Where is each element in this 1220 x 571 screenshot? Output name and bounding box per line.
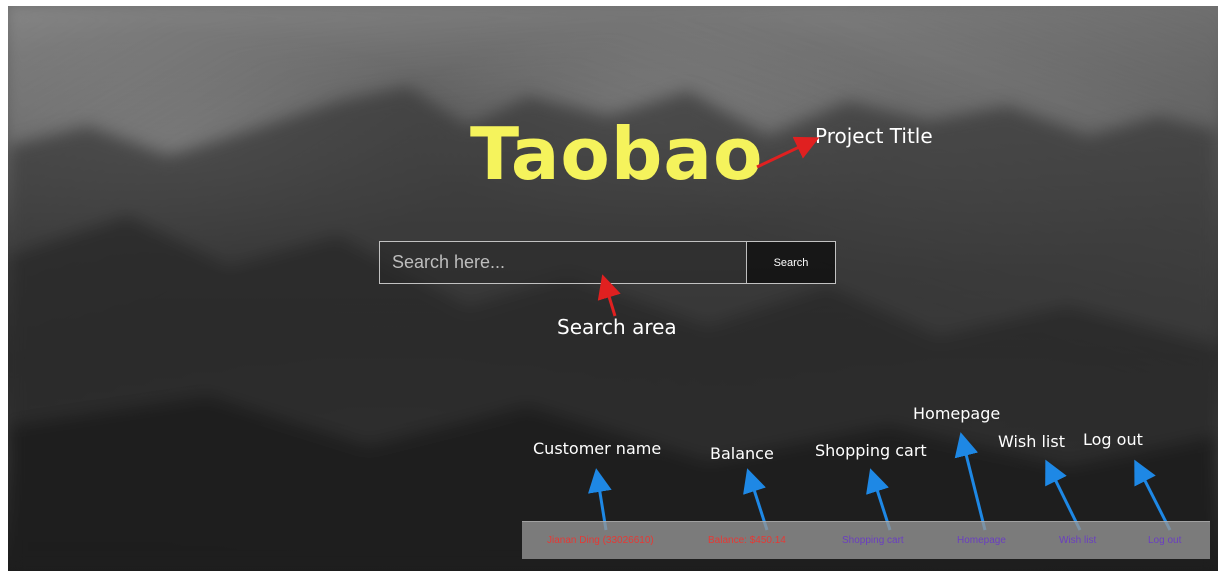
footer-nav-bar: Jianan Ding (33026610) Balance: $450.14 … [522, 521, 1210, 559]
annotation-arrows [588, 136, 1172, 531]
wish-list-link[interactable]: Wish list [1059, 522, 1096, 560]
log-out-link[interactable]: Log out [1148, 522, 1181, 560]
arrow-search-area [597, 274, 621, 317]
balance-link[interactable]: Balance: $450.14 [708, 522, 786, 560]
shopping-cart-link[interactable]: Shopping cart [842, 522, 904, 560]
homepage-link[interactable]: Homepage [957, 522, 1006, 560]
customer-name-link[interactable]: Jianan Ding (33026610) [547, 522, 654, 560]
arrow-homepage [954, 432, 987, 531]
arrow-project-title [756, 136, 820, 169]
